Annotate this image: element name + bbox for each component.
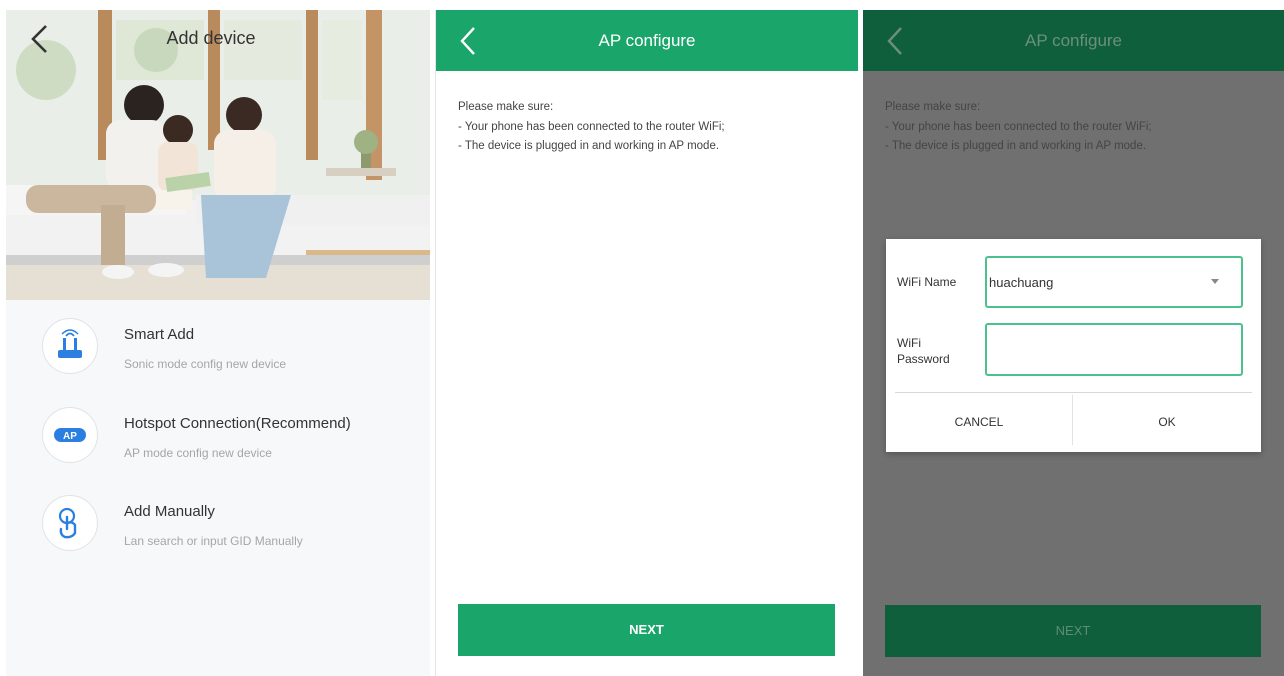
- router-icon: [42, 318, 98, 374]
- ap-badge-icon: AP: [42, 407, 98, 463]
- list-item-title: Add Manually: [124, 503, 215, 520]
- instructions-line: - The device is plugged in and working i…: [458, 140, 720, 152]
- page-title: AP configure: [1024, 31, 1123, 50]
- ap-configure-screen: AP configure Please make sure: - Your ph…: [435, 10, 858, 676]
- list-item-add-manually[interactable]: Add Manually Lan search or input GID Man…: [6, 487, 430, 567]
- wifi-name-value: huachuang: [989, 275, 1054, 290]
- list-item-subtitle: AP mode config new device: [124, 446, 272, 460]
- chevron-left-icon: [31, 25, 47, 53]
- page-title: Add device: [166, 28, 256, 48]
- list-item-title: Hotspot Connection(Recommend): [124, 415, 351, 432]
- instructions-line: - Your phone has been connected to the r…: [885, 120, 1152, 133]
- family-photo-illustration: [6, 10, 430, 300]
- wifi-password-label-line: WiFi: [897, 336, 921, 350]
- ap-badge-text: AP: [63, 431, 77, 442]
- dropdown-caret-icon: [1211, 279, 1219, 284]
- wifi-name-select[interactable]: huachuang: [985, 256, 1243, 308]
- next-button[interactable]: NEXT: [885, 605, 1261, 657]
- family-hero-image: Add device: [6, 10, 430, 300]
- instructions-text: Please make sure: - Your phone has been …: [885, 98, 1152, 157]
- add-device-screen: Add device Smart Add Sonic mode config n…: [6, 10, 430, 676]
- instructions-text: Please make sure: - Your phone has been …: [458, 98, 725, 157]
- top-bar: AP configure: [863, 10, 1284, 71]
- ap-configure-dialog-screen: AP configure Please make sure: - Your ph…: [863, 10, 1284, 676]
- list-item-hotspot-connection[interactable]: AP Hotspot Connection(Recommend) AP mode…: [6, 399, 430, 479]
- hand-tap-icon: [42, 495, 98, 551]
- ok-button[interactable]: OK: [1073, 393, 1261, 452]
- cancel-button[interactable]: CANCEL: [886, 393, 1072, 452]
- next-button[interactable]: NEXT: [458, 604, 835, 656]
- wifi-config-dialog: WiFi Name huachuang WiFi Password CANCEL…: [886, 239, 1261, 452]
- instructions-heading: Please make sure:: [885, 101, 981, 113]
- page-title: AP configure: [598, 31, 696, 50]
- back-button[interactable]: [26, 22, 56, 56]
- instructions-heading: Please make sure:: [458, 101, 554, 113]
- list-item-smart-add[interactable]: Smart Add Sonic mode config new device: [6, 310, 430, 390]
- list-item-subtitle: Sonic mode config new device: [124, 357, 287, 371]
- wifi-password-label-line: Password: [897, 352, 950, 366]
- top-bar: AP configure: [436, 10, 858, 71]
- wifi-name-label: WiFi Name: [897, 275, 957, 289]
- wifi-password-input[interactable]: [985, 323, 1243, 376]
- instructions-line: - The device is plugged in and working i…: [885, 140, 1147, 152]
- list-item-subtitle: Lan search or input GID Manually: [124, 534, 303, 548]
- wifi-password-label: WiFi Password: [897, 335, 950, 367]
- list-item-title: Smart Add: [124, 326, 195, 343]
- instructions-line: - Your phone has been connected to the r…: [458, 120, 725, 133]
